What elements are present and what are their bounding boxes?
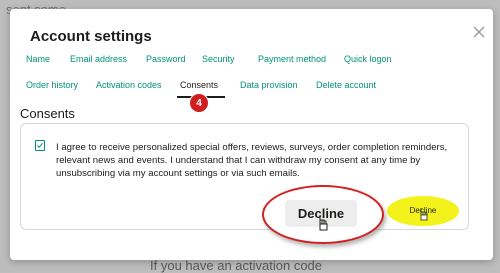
tab-security[interactable]: Security [202, 54, 235, 64]
close-icon[interactable] [472, 25, 486, 39]
tab-email-address[interactable]: Email address [70, 54, 127, 64]
hand-pointer-icon [420, 208, 428, 221]
step-badge: 4 [189, 93, 209, 113]
tab-data-provision[interactable]: Data provision [240, 80, 298, 90]
tab-activation-codes[interactable]: Activation codes [96, 80, 162, 90]
tab-quick-logon[interactable]: Quick logon [344, 54, 392, 64]
tab-name[interactable]: Name [26, 54, 50, 64]
tab-payment-method[interactable]: Payment method [258, 54, 326, 64]
background-text-bottom: If you have an activation code [150, 258, 323, 273]
tab-delete-account[interactable]: Delete account [316, 80, 376, 90]
tab-order-history[interactable]: Order history [26, 80, 78, 90]
hand-pointer-icon-zoomed [319, 215, 328, 231]
consent-text: I agree to receive personalized special … [56, 142, 448, 179]
tab-password[interactable]: Password [146, 54, 186, 64]
checkbox-icon[interactable] [35, 140, 45, 151]
dialog-title: Account settings [30, 28, 152, 45]
tab-consents[interactable]: Consents [180, 80, 218, 90]
section-title: Consents [20, 106, 75, 121]
